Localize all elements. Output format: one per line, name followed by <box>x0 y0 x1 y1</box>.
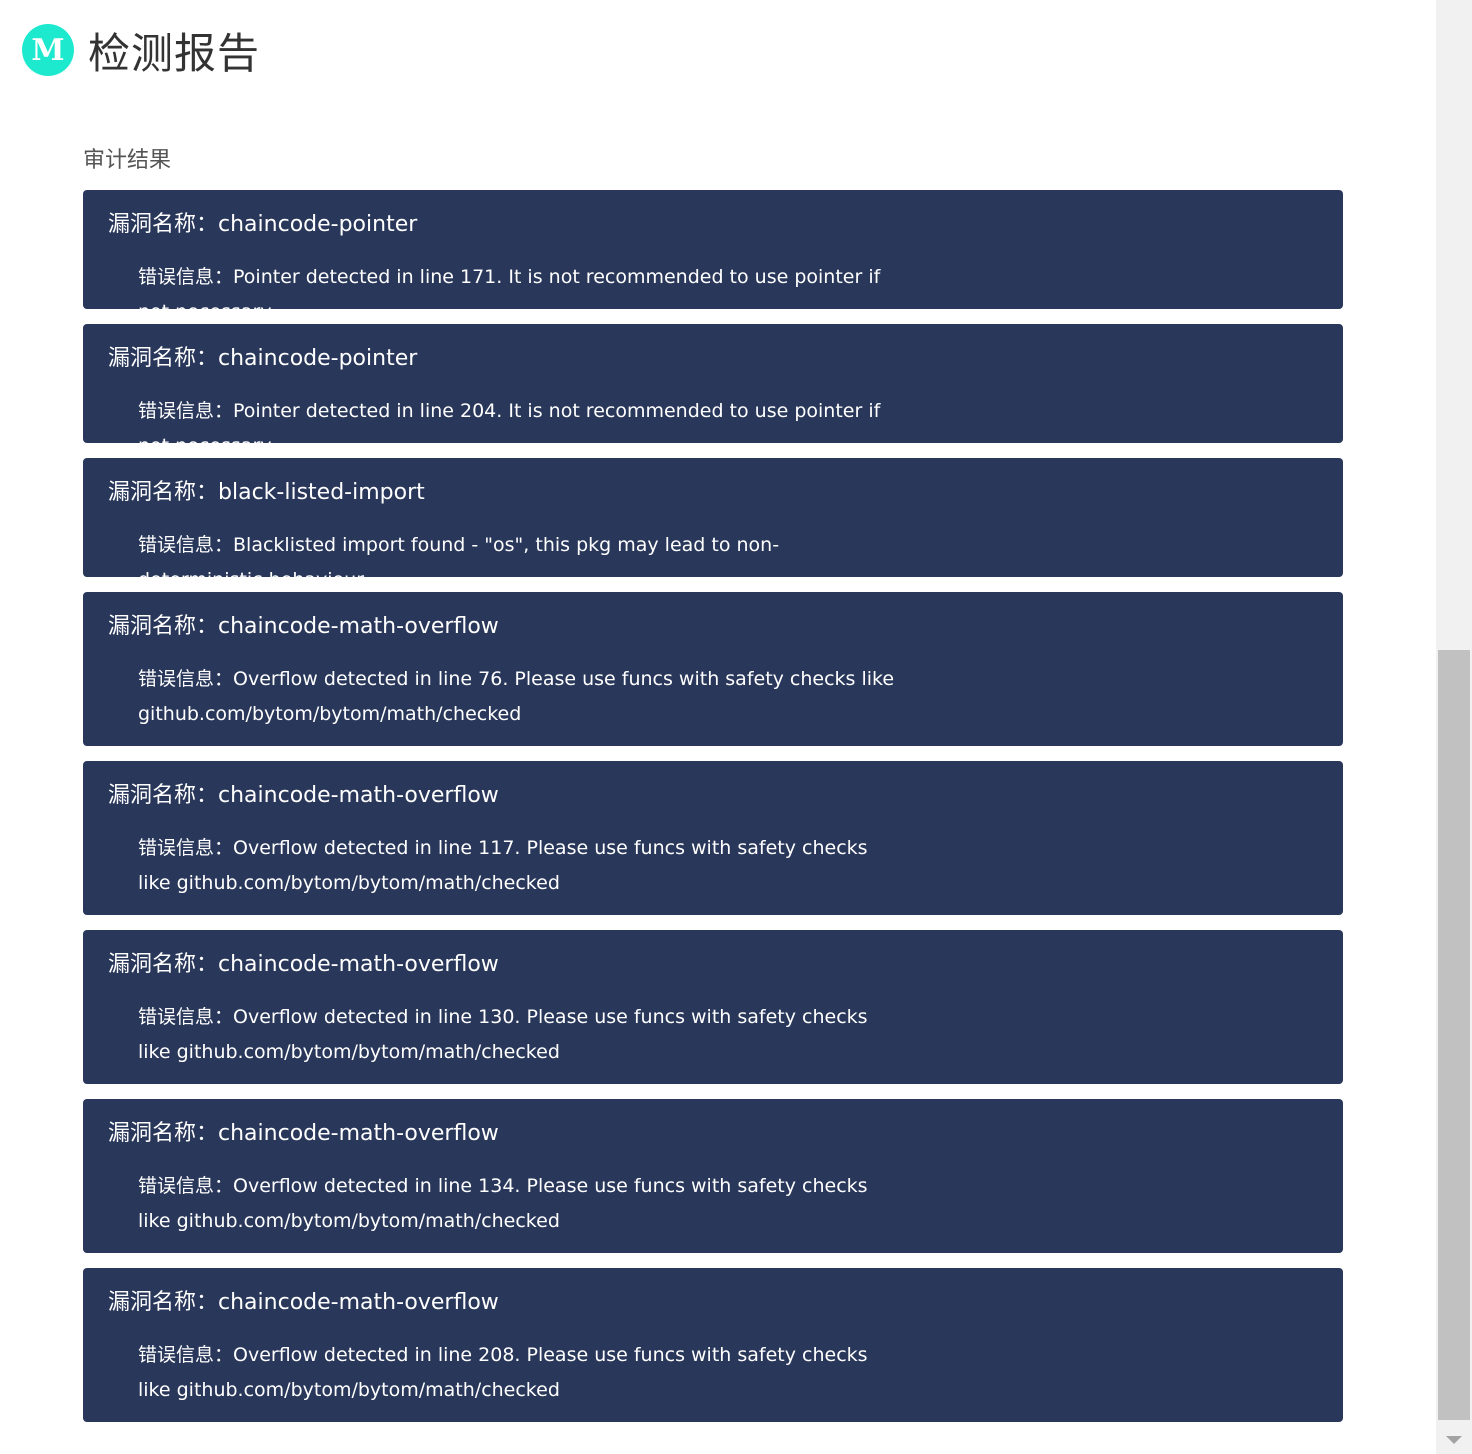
result-card: 漏洞名称：chaincode-math-overflow 错误信息：Overfl… <box>83 1099 1343 1253</box>
vulnerability-name-label: 漏洞名称： <box>108 1290 219 1315</box>
result-card: 漏洞名称：black-listed-import 错误信息：Blackliste… <box>83 458 1343 591</box>
vulnerability-name: 漏洞名称：chaincode-math-overflow <box>108 1288 1318 1318</box>
vulnerability-name-value: chaincode-pointer <box>218 212 418 237</box>
page-header: M 检测报告 <box>22 20 260 80</box>
result-card: 漏洞名称：chaincode-pointer 错误信息：Pointer dete… <box>83 324 1343 457</box>
vulnerability-name-value: black-listed-import <box>218 480 425 505</box>
error-info-label: 错误信息： <box>138 400 234 422</box>
error-info: 错误信息：Overflow detected in line 134. Plea… <box>138 1169 898 1239</box>
vulnerability-name: 漏洞名称：chaincode-math-overflow <box>108 781 1318 811</box>
report-page: M 检测报告 审计结果 漏洞名称：chaincode-pointer 错误信息：… <box>0 0 1472 1454</box>
result-card: 漏洞名称：chaincode-math-overflow 错误信息：Overfl… <box>83 592 1343 746</box>
vulnerability-name-label: 漏洞名称： <box>108 346 219 371</box>
error-info-label: 错误信息： <box>138 1006 234 1028</box>
vulnerability-name-value: chaincode-math-overflow <box>218 1121 499 1146</box>
error-info-message: Overflow detected in line 130. Please us… <box>138 1006 868 1063</box>
vertical-scrollbar[interactable] <box>1436 0 1472 1454</box>
scrollbar-thumb[interactable] <box>1438 650 1470 1420</box>
page-title: 检测报告 <box>88 28 261 78</box>
vulnerability-name-label: 漏洞名称： <box>108 952 219 977</box>
vulnerability-name: 漏洞名称：chaincode-math-overflow <box>108 1119 1318 1149</box>
vulnerability-name-value: chaincode-math-overflow <box>218 952 499 977</box>
error-info-message: Overflow detected in line 76. Please use… <box>138 668 895 725</box>
vulnerability-name: 漏洞名称：chaincode-pointer <box>108 210 1318 240</box>
error-info-message: Overflow detected in line 117. Please us… <box>138 837 868 894</box>
vulnerability-name-value: chaincode-math-overflow <box>218 614 499 639</box>
error-info-label: 错误信息： <box>138 1175 234 1197</box>
vulnerability-name-label: 漏洞名称： <box>108 1121 219 1146</box>
result-card: 漏洞名称：chaincode-math-overflow 错误信息：Overfl… <box>83 761 1343 915</box>
error-info-message: Pointer detected in line 171. It is not … <box>138 266 881 323</box>
error-info-label: 错误信息： <box>138 668 234 690</box>
error-info-message: Pointer detected in line 204. It is not … <box>138 400 881 457</box>
error-info-label: 错误信息： <box>138 266 234 288</box>
error-info: 错误信息：Overflow detected in line 117. Plea… <box>138 831 898 901</box>
error-info: 错误信息：Overflow detected in line 208. Plea… <box>138 1338 898 1408</box>
error-info-message: Overflow detected in line 134. Please us… <box>138 1175 868 1232</box>
vulnerability-name-value: chaincode-pointer <box>218 346 418 371</box>
vulnerability-name-label: 漏洞名称： <box>108 480 219 505</box>
result-card: 漏洞名称：chaincode-math-overflow 错误信息：Overfl… <box>83 930 1343 1084</box>
vulnerability-name-label: 漏洞名称： <box>108 614 219 639</box>
vulnerability-name-value: chaincode-math-overflow <box>218 783 499 808</box>
error-info-message: Blacklisted import found - "os", this pk… <box>138 534 780 591</box>
vulnerability-name: 漏洞名称：chaincode-pointer <box>108 344 1318 374</box>
vulnerability-name: 漏洞名称：chaincode-math-overflow <box>108 612 1318 642</box>
vulnerability-name-value: chaincode-math-overflow <box>218 1290 499 1315</box>
error-info-label: 错误信息： <box>138 534 234 556</box>
vulnerability-name: 漏洞名称：black-listed-import <box>108 478 1318 508</box>
scroll-down-arrow-icon[interactable] <box>1446 1436 1462 1444</box>
error-info-message: Overflow detected in line 208. Please us… <box>138 1344 868 1401</box>
vulnerability-name-label: 漏洞名称： <box>108 212 219 237</box>
vulnerability-name-label: 漏洞名称： <box>108 783 219 808</box>
vulnerability-name: 漏洞名称：chaincode-math-overflow <box>108 950 1318 980</box>
error-info: 错误信息：Overflow detected in line 76. Pleas… <box>138 662 898 732</box>
section-title: 审计结果 <box>83 148 172 173</box>
error-info-label: 错误信息： <box>138 837 234 859</box>
error-info: 错误信息：Overflow detected in line 130. Plea… <box>138 1000 898 1070</box>
error-info: 错误信息：Blacklisted import found - "os", th… <box>138 528 898 598</box>
error-info-label: 错误信息： <box>138 1344 234 1366</box>
results-list: 漏洞名称：chaincode-pointer 错误信息：Pointer dete… <box>83 190 1343 1437</box>
logo-icon: M <box>22 24 74 76</box>
result-card: 漏洞名称：chaincode-pointer 错误信息：Pointer dete… <box>83 190 1343 323</box>
result-card: 漏洞名称：chaincode-math-overflow 错误信息：Overfl… <box>83 1268 1343 1422</box>
error-info: 错误信息：Pointer detected in line 204. It is… <box>138 394 898 464</box>
error-info: 错误信息：Pointer detected in line 171. It is… <box>138 260 898 330</box>
